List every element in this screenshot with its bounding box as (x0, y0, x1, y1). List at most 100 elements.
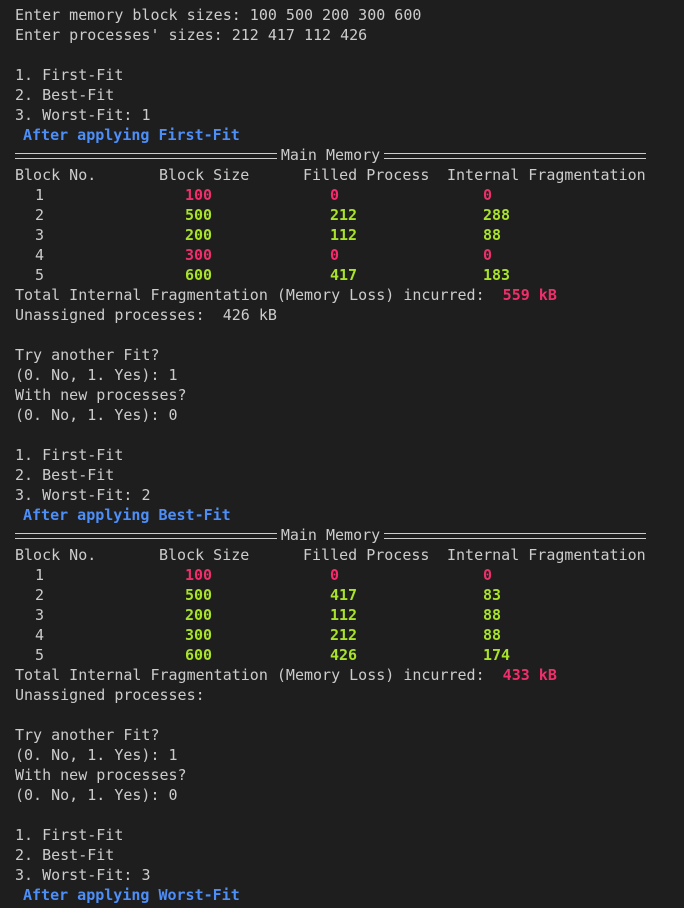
banner-title: Main Memory (280, 146, 381, 164)
menu-option-worst-fit-prompt: 3. Worst-Fit: 3 (15, 865, 684, 885)
cell-filled-process: 112 (330, 606, 358, 624)
unassigned-processes-line: Unassigned processes: 426 kB (15, 306, 277, 324)
memory-block-input-line: Enter memory block sizes: 100 500 200 30… (15, 6, 422, 24)
cell-filled-process: 0 (330, 186, 340, 204)
header-internal-fragmentation: Internal Fragmentation (447, 166, 646, 184)
cell-block-size: 300 (185, 246, 213, 264)
memory-table-body: 1 100 0 0 2 500 212 288 3 200 112 88 4 300 0 0 5 600 417 18… (15, 185, 684, 285)
cell-block-size: 200 (185, 226, 213, 244)
total-fragmentation-label: Total Internal Fragmentation (Memory Los… (15, 666, 503, 684)
cell-block-size: 200 (185, 606, 213, 624)
cell-internal-fragmentation: 174 (483, 646, 511, 664)
menu-option-first-fit: 1. First-Fit (15, 446, 124, 464)
header-block-no: Block No. (15, 546, 97, 564)
cell-block-no: 4 (35, 626, 45, 644)
cell-block-no: 2 (35, 586, 45, 604)
cell-block-size: 100 (185, 186, 213, 204)
fit-choice-value: 2 (141, 486, 151, 504)
cell-filled-process: 0 (330, 566, 340, 584)
cell-block-size: 600 (185, 266, 213, 284)
cell-block-no: 5 (35, 266, 45, 284)
menu-option-worst-fit-prompt: 3. Worst-Fit: 2 (15, 485, 684, 505)
total-fragmentation-line: Total Internal Fragmentation (Memory Los… (15, 665, 684, 685)
cell-block-no: 4 (35, 246, 45, 264)
table-header-row: Block No. Block Size Filled Process Inte… (15, 545, 684, 565)
cell-internal-fragmentation: 0 (483, 186, 493, 204)
table-row: 2 500 212 288 (15, 205, 684, 225)
table-row: 5 600 417 183 (15, 265, 684, 285)
header-block-no: Block No. (15, 166, 97, 184)
table-header-row: Block No. Block Size Filled Process Inte… (15, 165, 684, 185)
cell-block-no: 3 (35, 226, 45, 244)
menu-option-best-fit: 2. Best-Fit (15, 466, 115, 484)
banner-rule-right (384, 525, 646, 545)
cell-internal-fragmentation: 88 (483, 226, 502, 244)
cell-filled-process: 212 (330, 206, 358, 224)
new-processes-answer: (0. No, 1. Yes): 0 (15, 406, 178, 424)
menu-option-best-fit: 2. Best-Fit (15, 846, 115, 864)
cell-filled-process: 426 (330, 646, 358, 664)
header-block-size: Block Size (159, 166, 250, 184)
main-memory-banner: Main Memory (15, 145, 646, 165)
worst-fit-label: 3. Worst-Fit: (15, 486, 142, 504)
table-row: 1 100 0 0 (15, 565, 684, 585)
worst-fit-label: 3. Worst-Fit: (15, 866, 142, 884)
worst-fit-label: 3. Worst-Fit: (15, 106, 142, 124)
fit-choice-value: 1 (141, 106, 151, 124)
fit-choice-value: 3 (141, 866, 151, 884)
try-another-answer: (0. No, 1. Yes): 1 (15, 366, 178, 384)
cell-block-size: 600 (185, 646, 213, 664)
banner-title: Main Memory (280, 526, 381, 544)
cell-internal-fragmentation: 88 (483, 626, 502, 644)
cell-block-no: 2 (35, 206, 45, 224)
total-fragmentation-value: 559 kB (502, 286, 557, 304)
memory-table-body: 1 100 0 0 2 500 417 83 3 200 112 88 4 300 212 88 5 600 426… (15, 565, 684, 665)
try-another-answer: (0. No, 1. Yes): 1 (15, 746, 178, 764)
cell-block-no: 1 (35, 186, 45, 204)
process-size-input-line: Enter processes' sizes: 212 417 112 426 (15, 26, 368, 44)
cell-block-size: 500 (185, 206, 213, 224)
table-row: 3 200 112 88 (15, 605, 684, 625)
cell-block-size: 500 (185, 586, 213, 604)
after-applying-label: After applying Best-Fit (23, 506, 231, 524)
cell-internal-fragmentation: 288 (483, 206, 511, 224)
cell-internal-fragmentation: 0 (483, 246, 493, 264)
cell-filled-process: 112 (330, 226, 358, 244)
cell-internal-fragmentation: 83 (483, 586, 502, 604)
cell-internal-fragmentation: 183 (483, 266, 511, 284)
terminal-output[interactable]: Enter memory block sizes: 100 500 200 30… (0, 0, 684, 908)
after-applying-label: After applying First-Fit (23, 126, 240, 144)
header-internal-fragmentation: Internal Fragmentation (447, 546, 646, 564)
header-filled-process: Filled Process (303, 166, 430, 184)
cell-filled-process: 417 (330, 586, 358, 604)
banner-rule-left (15, 145, 277, 165)
table-row: 3 200 112 88 (15, 225, 684, 245)
unassigned-processes-line: Unassigned processes: (15, 686, 214, 704)
try-another-prompt: Try another Fit? (15, 726, 160, 744)
new-processes-prompt: With new processes? (15, 386, 187, 404)
new-processes-answer: (0. No, 1. Yes): 0 (15, 786, 178, 804)
header-block-size: Block Size (159, 546, 250, 564)
table-row: 5 600 426 174 (15, 645, 684, 665)
menu-option-first-fit: 1. First-Fit (15, 66, 124, 84)
table-row: 4 300 0 0 (15, 245, 684, 265)
try-another-prompt: Try another Fit? (15, 346, 160, 364)
cell-filled-process: 212 (330, 626, 358, 644)
menu-option-worst-fit-prompt: 3. Worst-Fit: 1 (15, 105, 684, 125)
cell-filled-process: 417 (330, 266, 358, 284)
cell-internal-fragmentation: 88 (483, 606, 502, 624)
cell-internal-fragmentation: 0 (483, 566, 493, 584)
cell-block-size: 100 (185, 566, 213, 584)
total-fragmentation-line: Total Internal Fragmentation (Memory Los… (15, 285, 684, 305)
table-row: 4 300 212 88 (15, 625, 684, 645)
cell-block-no: 1 (35, 566, 45, 584)
banner-rule-right (384, 145, 646, 165)
cell-block-size: 300 (185, 626, 213, 644)
cell-block-no: 3 (35, 606, 45, 624)
banner-rule-left (15, 525, 277, 545)
total-fragmentation-label: Total Internal Fragmentation (Memory Los… (15, 286, 503, 304)
